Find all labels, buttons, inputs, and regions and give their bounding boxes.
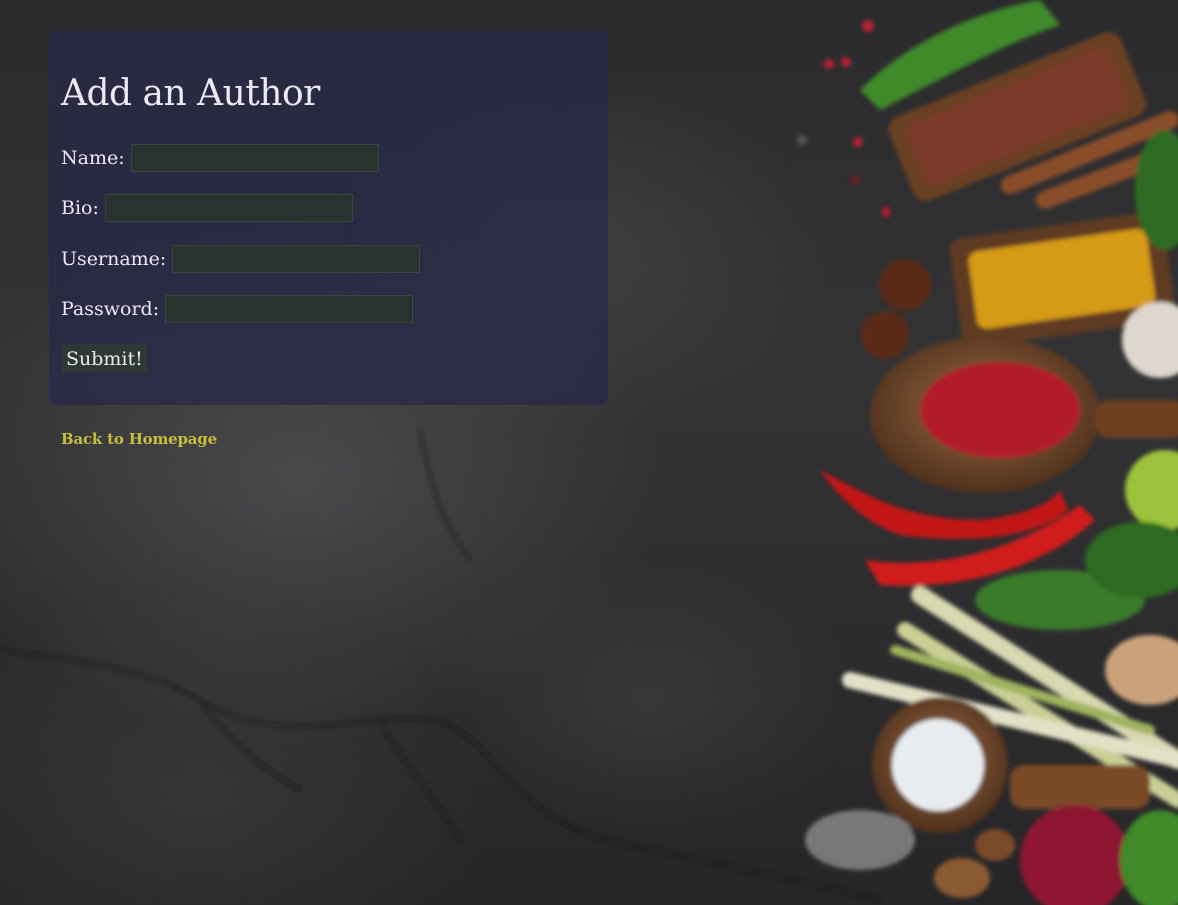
bio-input[interactable] xyxy=(104,194,353,222)
submit-button[interactable]: Submit! xyxy=(62,344,147,373)
name-input[interactable] xyxy=(130,144,379,172)
name-label: Name: xyxy=(61,147,125,169)
ingredients-photo xyxy=(797,0,1178,905)
username-row: Username: xyxy=(61,244,421,274)
bio-label: Bio: xyxy=(61,197,99,219)
password-label: Password: xyxy=(61,298,160,320)
bio-row: Bio: xyxy=(61,193,353,223)
username-label: Username: xyxy=(61,248,167,270)
username-input[interactable] xyxy=(172,245,421,273)
back-to-homepage-link[interactable]: Back to Homepage xyxy=(61,430,217,448)
add-author-form: Add an Author Name: Bio: Username: Passw… xyxy=(49,31,608,405)
name-row: Name: xyxy=(61,143,379,173)
password-input[interactable] xyxy=(165,295,414,323)
page-title: Add an Author xyxy=(61,73,320,114)
password-row: Password: xyxy=(61,294,414,324)
